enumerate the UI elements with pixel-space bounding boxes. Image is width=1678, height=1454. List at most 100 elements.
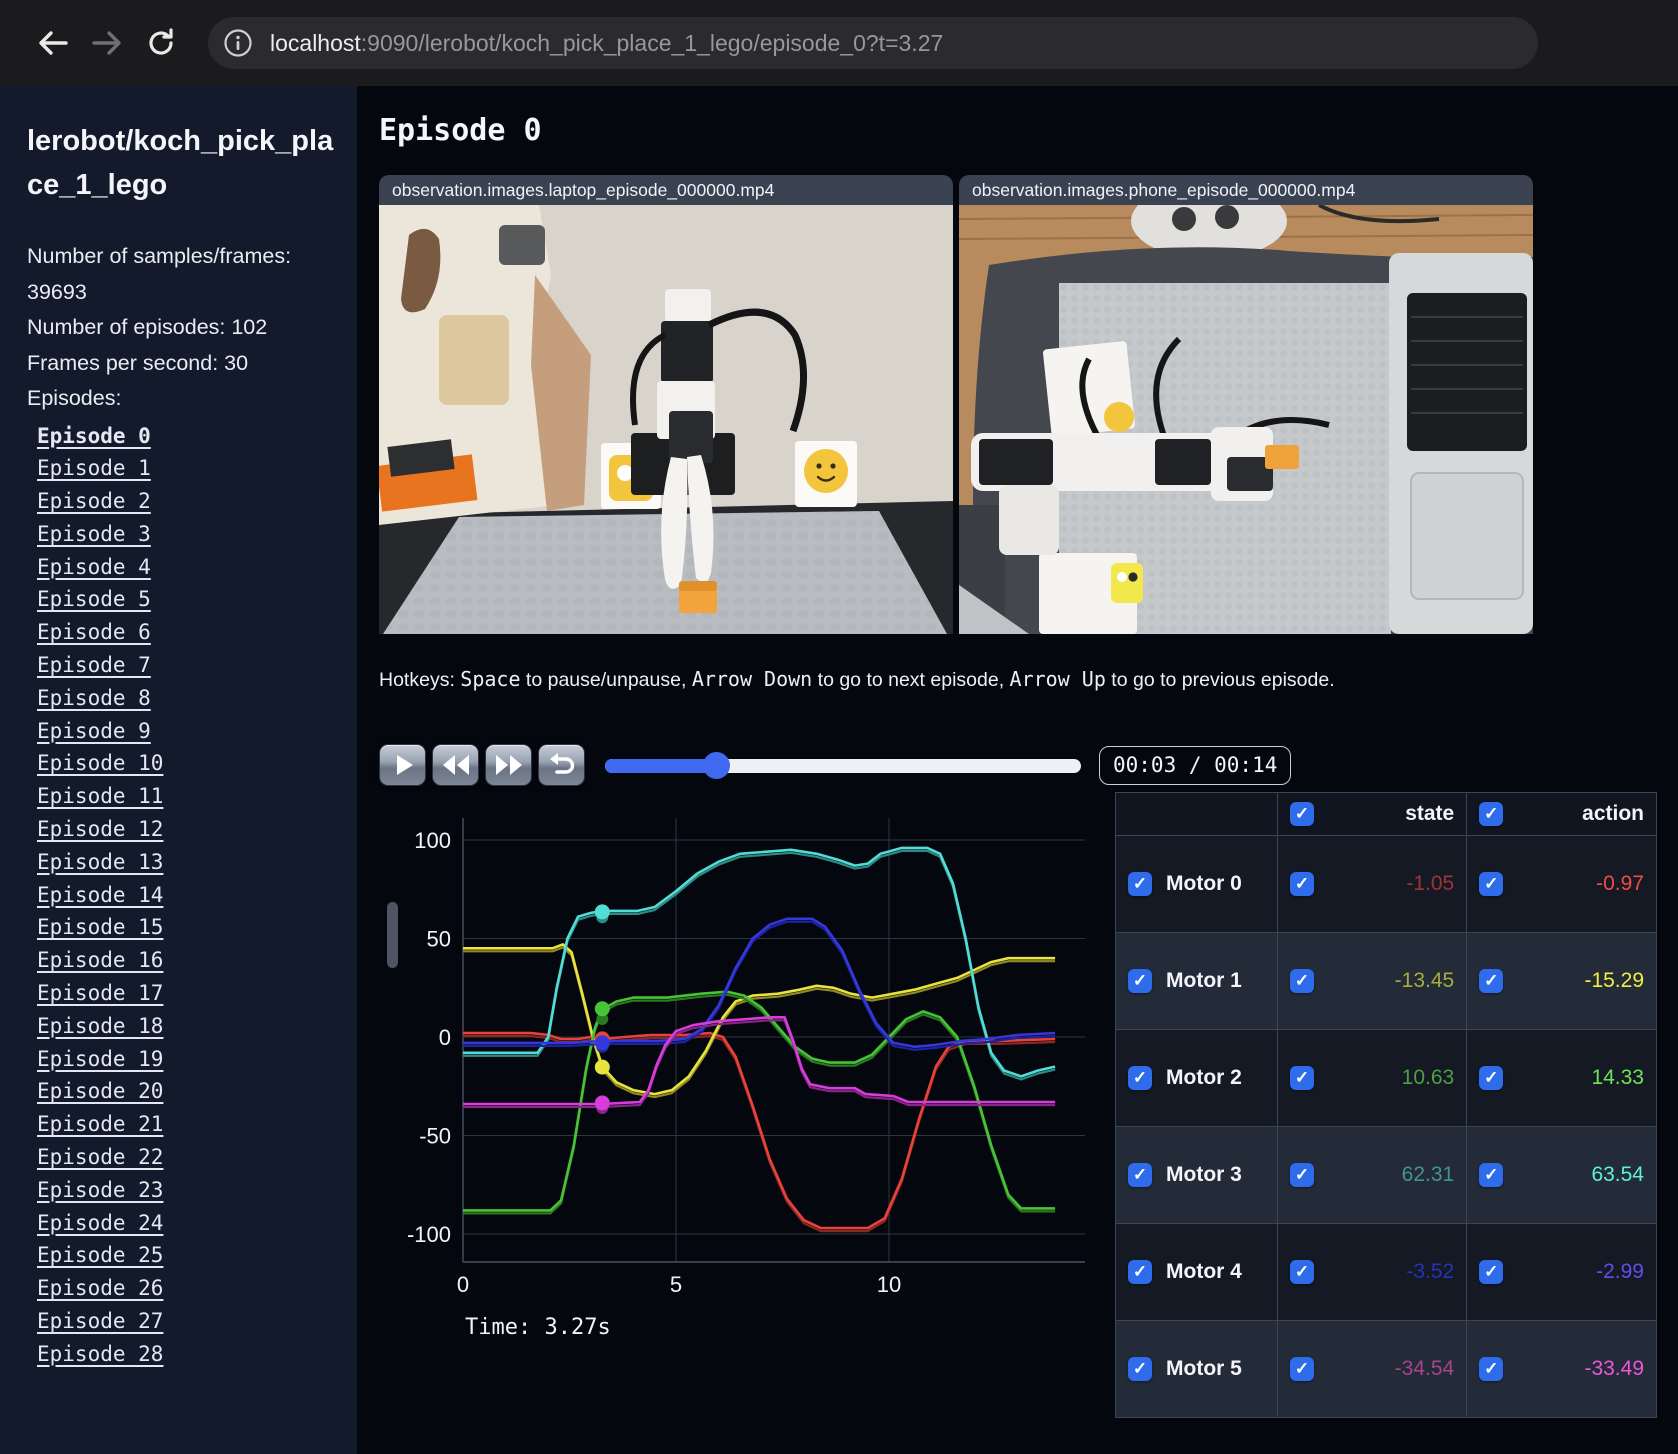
hotkey-arrow-down: Arrow Down [691, 667, 813, 691]
episode-link[interactable]: Episode 4 [37, 551, 337, 584]
episode-link[interactable]: Episode 14 [37, 879, 337, 912]
motor-row-checkbox[interactable]: ✓ [1128, 969, 1152, 993]
episode-link[interactable]: Episode 25 [37, 1239, 337, 1272]
dataset-title: lerobot/koch_pick_place_1_lego [27, 125, 334, 201]
state-cell-checkbox[interactable]: ✓ [1290, 1066, 1314, 1090]
episode-link[interactable]: Episode 22 [37, 1141, 337, 1174]
episode-link[interactable]: Episode 5 [37, 583, 337, 616]
action-value: -0.97 [1596, 872, 1644, 895]
svg-text:-100: -100 [407, 1222, 451, 1247]
forward-button[interactable] [84, 20, 130, 66]
url-bar[interactable]: localhost:9090/lerobot/koch_pick_place_1… [208, 17, 1538, 69]
header-state-cell: ✓ state [1276, 792, 1468, 836]
videos-row: observation.images.laptop_episode_000000… [379, 175, 1678, 634]
video-panel-laptop[interactable]: observation.images.laptop_episode_000000… [379, 175, 953, 634]
back-button[interactable] [30, 20, 76, 66]
seek-thumb[interactable] [702, 751, 730, 779]
state-cell-checkbox[interactable]: ✓ [1290, 969, 1314, 993]
time-display: 00:03 / 00:14 [1099, 745, 1292, 785]
episode-link[interactable]: Episode 1 [37, 452, 337, 485]
state-cell-checkbox[interactable]: ✓ [1290, 872, 1314, 896]
reload-icon [149, 28, 173, 55]
episode-link[interactable]: Episode 19 [37, 1043, 337, 1076]
loop-button[interactable] [538, 744, 585, 786]
rewind-icon [442, 755, 469, 775]
video-panel-phone[interactable]: observation.images.phone_episode_000000.… [959, 175, 1533, 634]
info-icon[interactable] [218, 23, 258, 63]
rewind-button[interactable] [432, 744, 479, 786]
motor-label: Motor 0 [1166, 872, 1242, 895]
motor-row-checkbox[interactable]: ✓ [1128, 1357, 1152, 1381]
episode-link[interactable]: Episode 6 [37, 616, 337, 649]
episode-link[interactable]: Episode 20 [37, 1075, 337, 1108]
page-title: Episode 0 [379, 113, 542, 148]
scrollbar-thumb[interactable] [387, 902, 398, 968]
episode-link[interactable]: Episode 28 [37, 1338, 337, 1371]
motor-row-checkbox[interactable]: ✓ [1128, 872, 1152, 896]
action-cell-checkbox[interactable]: ✓ [1479, 1357, 1504, 1381]
chart-time-label: Time: 3.27s [465, 1315, 611, 1340]
episode-link[interactable]: Episode 12 [37, 813, 337, 846]
episode-link[interactable]: Episode 27 [37, 1305, 337, 1338]
hotkey-arrow-up: Arrow Up [1009, 667, 1106, 691]
table-row: ✓ Motor 3 ✓ 62.31 ✓ 63.54 [1115, 1126, 1657, 1224]
episode-link[interactable]: Episode 13 [37, 846, 337, 879]
play-button[interactable] [379, 744, 426, 786]
robot-top-box [665, 289, 711, 323]
episode-link[interactable]: Episode 11 [37, 780, 337, 813]
action-cell-checkbox[interactable]: ✓ [1479, 1066, 1504, 1090]
episode-link[interactable]: Episode 17 [37, 977, 337, 1010]
episode-link[interactable]: Episode 15 [37, 911, 337, 944]
stat-samples: Number of samples/frames: 39693 [27, 244, 292, 304]
episode-link[interactable]: Episode 2 [37, 485, 337, 518]
action-cell-checkbox[interactable]: ✓ [1479, 872, 1504, 896]
action-cell-checkbox[interactable]: ✓ [1479, 1260, 1504, 1284]
motor-row-checkbox[interactable]: ✓ [1128, 1260, 1152, 1284]
state-cell-checkbox[interactable]: ✓ [1290, 1357, 1314, 1381]
episode-link[interactable]: Episode 10 [37, 747, 337, 780]
motor-table: ✓ state ✓ action ✓ Motor 0 ✓ -1.05 ✓ -0.97 ✓ Moto… [1115, 792, 1657, 1418]
back-icon [39, 31, 68, 55]
state-cell-checkbox[interactable]: ✓ [1290, 1163, 1314, 1187]
video-frame-phone[interactable] [959, 205, 1533, 634]
action-column-checkbox[interactable]: ✓ [1479, 802, 1504, 826]
emoji-sticker-right [804, 449, 848, 493]
main-panel: Episode 0 observation.images.laptop_epis… [357, 86, 1678, 1454]
robot-motor-upper [661, 321, 713, 383]
svg-text:100: 100 [414, 828, 451, 853]
action-value: 14.33 [1591, 1066, 1644, 1089]
episode-link[interactable]: Episode 8 [37, 682, 337, 715]
motor-row-checkbox[interactable]: ✓ [1128, 1066, 1152, 1090]
emoji-sticker-top [1104, 402, 1134, 432]
sidebar: lerobot/koch_pick_place_1_lego Number of… [0, 86, 357, 1454]
fast-forward-button[interactable] [485, 744, 532, 786]
video-frame-laptop[interactable] [379, 205, 953, 634]
episode-link[interactable]: Episode 3 [37, 518, 337, 551]
episode-link[interactable]: Episode 24 [37, 1207, 337, 1240]
url-text: localhost:9090/lerobot/koch_pick_place_1… [270, 30, 943, 57]
episode-link[interactable]: Episode 9 [37, 715, 337, 748]
state-column-label: state [1405, 802, 1455, 825]
episode-link[interactable]: Episode 7 [37, 649, 337, 682]
episode-link[interactable]: Episode 16 [37, 944, 337, 977]
svg-text:-50: -50 [419, 1124, 451, 1149]
state-cell-checkbox[interactable]: ✓ [1290, 1260, 1314, 1284]
episode-link[interactable]: Episode 26 [37, 1272, 337, 1305]
action-cell-checkbox[interactable]: ✓ [1479, 969, 1504, 993]
arm-base [999, 485, 1059, 555]
state-column-checkbox[interactable]: ✓ [1290, 802, 1314, 826]
episode-link[interactable]: Episode 18 [37, 1010, 337, 1043]
state-value: -34.54 [1394, 1357, 1455, 1380]
hotkeys-mid1: to pause/unpause, [520, 669, 692, 691]
action-cell-checkbox[interactable]: ✓ [1479, 1163, 1504, 1187]
seek-slider[interactable] [605, 751, 1081, 779]
motor-chart[interactable]: 100500-50-1000 5 10 [379, 792, 1105, 1304]
reload-button[interactable] [138, 20, 184, 66]
episode-link[interactable]: Episode 0 [37, 420, 337, 453]
episode-link[interactable]: Episode 21 [37, 1108, 337, 1141]
motor-row-checkbox[interactable]: ✓ [1128, 1163, 1152, 1187]
forward-icon [92, 31, 121, 55]
action-value: -33.49 [1584, 1357, 1644, 1380]
emoji-sticker-bottom [1111, 563, 1143, 603]
episode-link[interactable]: Episode 23 [37, 1174, 337, 1207]
